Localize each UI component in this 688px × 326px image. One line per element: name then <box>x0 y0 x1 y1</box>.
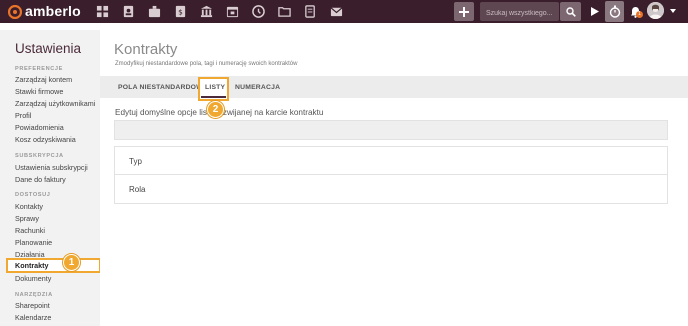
global-search-input[interactable] <box>486 4 559 23</box>
sidebar-item-notifications[interactable]: Powiadomienia <box>15 123 64 133</box>
logo-text: amberlo <box>25 3 81 19</box>
sidebar-item-firm-rates[interactable]: Stawki firmowe <box>15 87 63 97</box>
billing-icon[interactable]: $ <box>172 4 189 19</box>
chevron-down-icon <box>670 9 676 13</box>
sidebar-item-recycle-bin[interactable]: Kosz odzyskiwania <box>15 135 76 145</box>
list-row-role[interactable]: Rola <box>114 175 668 204</box>
search-icon <box>565 6 576 17</box>
sidebar-section-subscription: SUBSKRYPCJA <box>15 153 64 159</box>
sidebar-section-preferences: PREFERENCJE <box>15 66 63 72</box>
list-row-label: Typ <box>129 157 142 166</box>
start-timer-button[interactable] <box>586 2 604 21</box>
logo-mark-icon <box>7 4 23 19</box>
dashboard-icon[interactable] <box>94 4 111 19</box>
callout-step-2: 2 <box>207 101 224 118</box>
main-content: Kontrakty Zmodyfikuj niestandardowe pola… <box>100 30 688 326</box>
sidebar-item-manage-users[interactable]: Zarządzaj użytkownikami <box>15 99 95 109</box>
sidebar-title: Ustawienia <box>15 41 82 56</box>
sidebar-item-invoice-details[interactable]: Dane do faktury <box>15 175 66 185</box>
user-avatar[interactable] <box>647 2 664 19</box>
list-row-type[interactable]: Typ <box>114 146 668 175</box>
contacts-icon[interactable] <box>120 4 137 19</box>
sidebar-item-documents[interactable]: Dokumenty <box>15 274 51 284</box>
history-icon[interactable] <box>250 4 267 19</box>
sidebar-item-cases[interactable]: Sprawy <box>15 214 39 224</box>
callout-step-1: 1 <box>63 254 80 271</box>
folder-icon[interactable] <box>276 4 293 19</box>
sidebar-section-customize: DOSTOSUJ <box>15 192 51 198</box>
tab-numbering[interactable]: NUMERACJA <box>235 76 280 98</box>
mail-icon[interactable] <box>328 4 345 19</box>
sidebar-item-bills[interactable]: Rachunki <box>15 226 45 236</box>
sidebar-item-contracts[interactable]: Kontrakty <box>15 261 49 271</box>
main-nav-icons: $ <box>94 4 345 19</box>
sidebar-item-sharepoint[interactable]: Sharepoint <box>15 301 50 311</box>
top-navigation-bar: amberlo $ Szukaj wszystkiego... 1 <box>0 0 688 23</box>
sidebar-section-tools: NARZĘDZIA <box>15 292 53 298</box>
tab-custom-fields[interactable]: POLA NIESTANDARDOWE <box>118 76 208 98</box>
sidebar-item-profile[interactable]: Profil <box>15 111 31 121</box>
documents-icon[interactable] <box>302 4 319 19</box>
notification-badge: 1 <box>636 11 643 18</box>
tab-lists[interactable]: LISTY <box>205 76 225 98</box>
sidebar-item-subscription-settings[interactable]: Ustawienia subskrypcji <box>15 163 88 173</box>
list-row-label: Rola <box>129 185 146 194</box>
user-photo-icon <box>647 2 664 19</box>
sidebar-item-contacts[interactable]: Kontakty <box>15 202 43 212</box>
search-button[interactable] <box>560 2 581 21</box>
lists-panel-header <box>114 120 668 140</box>
amberlo-logo[interactable]: amberlo <box>7 3 81 19</box>
user-menu-caret[interactable] <box>668 6 678 16</box>
cases-icon[interactable] <box>146 4 163 19</box>
global-search-box <box>480 2 559 23</box>
sidebar-item-planning[interactable]: Planowanie <box>15 238 52 248</box>
calendar-icon[interactable] <box>224 4 241 19</box>
tabs-bar: POLA NIESTANDARDOWE NUMERACJA <box>100 76 688 98</box>
svg-text:$: $ <box>178 7 183 16</box>
sidebar-item-calendars[interactable]: Kalendarze <box>15 313 51 323</box>
stopwatch-icon <box>609 5 620 18</box>
page-title: Kontrakty <box>114 41 178 58</box>
bank-icon[interactable] <box>198 4 215 19</box>
add-new-button[interactable] <box>454 2 474 21</box>
timer-button[interactable] <box>605 1 624 22</box>
play-icon <box>591 7 599 16</box>
page-subtitle: Zmodyfikuj niestandardowe pola, tagi i n… <box>115 61 298 67</box>
plus-icon <box>459 6 469 17</box>
sidebar-item-manage-account[interactable]: Zarządzaj kontem <box>15 75 72 85</box>
